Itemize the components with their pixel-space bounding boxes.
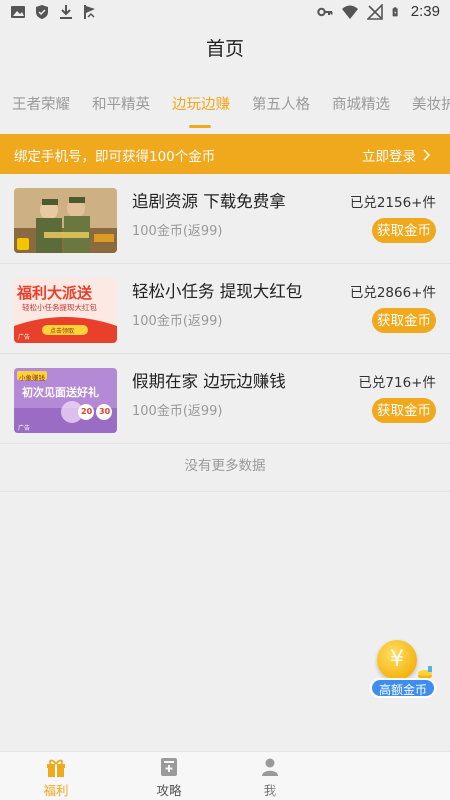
banner-text: 绑定手机号，即可获得100个金币 [14,149,216,165]
coin-label: 高额金币 [370,678,436,698]
download-icon [60,5,72,19]
thumb-coupon-1: 20 [81,407,93,416]
battery-icon [392,6,398,16]
item-thumbnail: 小象赚钱 初次见面送好礼 20 30 广告 [14,368,117,433]
nav-welfare[interactable]: 福利 [16,756,96,799]
guide-icon [161,758,177,776]
tab-shangcheng[interactable]: 商城精选 [332,93,390,114]
thumb-subline: 轻松小任务提现大红包 [22,303,97,312]
get-coins-button[interactable]: 获取金币 [372,308,436,333]
tab-meizhuang[interactable]: 美妆护 [412,93,450,114]
shield-icon [36,5,48,19]
item-thumbnail: 广告 福利大派送 轻松小任务提现大红包 点击领取 [14,278,117,343]
no-signal-icon [366,3,383,20]
thumb-badge: 小象赚钱 [19,374,45,382]
category-tabs: 王者荣耀 和平精英 边玩边赚 第五人格 商城精选 美妆护 [0,90,450,130]
thumb-headline: 初次见面送好礼 [22,386,99,399]
watermark-overlay [262,778,442,798]
item-redeemed-count: 已兑716+件 [358,375,436,391]
gift-icon [47,759,65,777]
key-icon [317,7,333,16]
item-thumbnail [14,188,117,253]
get-coins-button[interactable]: 获取金币 [372,398,436,423]
get-coins-button[interactable]: 获取金币 [372,218,436,243]
thumb-button-text: 点击领取 [50,328,75,335]
ad-tag: 广告 [18,425,31,432]
nav-guide-label: 攻略 [156,783,182,798]
user-icon [262,758,278,776]
wifi-icon [341,5,358,19]
status-bar: 2:39 [0,0,450,26]
tab-wangzhe[interactable]: 王者荣耀 [12,93,70,114]
item-price: 100金币(返99) [132,224,223,239]
high-coins-float-button[interactable]: ¥ 高额金币 [368,640,438,700]
tab-bianwan[interactable]: 边玩边赚 [172,93,230,114]
page-title: 首页 [205,38,244,60]
nav-guide[interactable]: 攻略 [129,756,209,799]
ad-tag: 广告 [18,333,30,341]
login-link-label: 立即登录 [362,149,416,165]
item-title: 追剧资源 下载免费拿 [132,192,286,211]
list-item[interactable]: 追剧资源 下载免费拿 100金币(返99) 已兑2156+件 获取金币 [0,174,450,264]
thumb-headline: 福利大派送 [17,284,93,302]
status-time: 2:39 [410,3,440,20]
item-title: 假期在家 边玩边赚钱 [132,372,286,391]
item-title: 轻松小任务 提现大红包 [132,282,303,301]
login-link[interactable]: 立即登录 [362,145,430,165]
item-redeemed-count: 已兑2866+件 [349,285,436,301]
bind-phone-banner: 绑定手机号，即可获得100个金币 立即登录 [0,134,450,174]
reward-list: 追剧资源 下载免费拿 100金币(返99) 已兑2156+件 获取金币 广告 福… [0,174,450,444]
flag-icon [84,5,95,19]
tab-diwu[interactable]: 第五人格 [252,93,310,114]
nav-welfare-label: 福利 [43,783,69,798]
thumb-coupon-2: 30 [99,407,111,416]
tab-heping[interactable]: 和平精英 [92,93,150,114]
item-price: 100金币(返99) [132,404,223,419]
image-icon [11,6,25,18]
chevron-right-icon [423,149,430,161]
list-item[interactable]: 广告 福利大派送 轻松小任务提现大红包 点击领取 轻松小任务 提现大红包 100… [0,264,450,354]
active-tab-indicator [189,125,211,128]
bottom-nav: 福利 攻略 我 [0,751,450,800]
coin-icon: ¥ [377,640,417,680]
list-item[interactable]: 小象赚钱 初次见面送好礼 20 30 广告 假期在家 边玩边赚钱 100金币(返… [0,354,450,444]
no-more-data-text: 没有更多数据 [0,446,450,492]
item-price: 100金币(返99) [132,314,223,329]
item-redeemed-count: 已兑2156+件 [349,195,436,211]
